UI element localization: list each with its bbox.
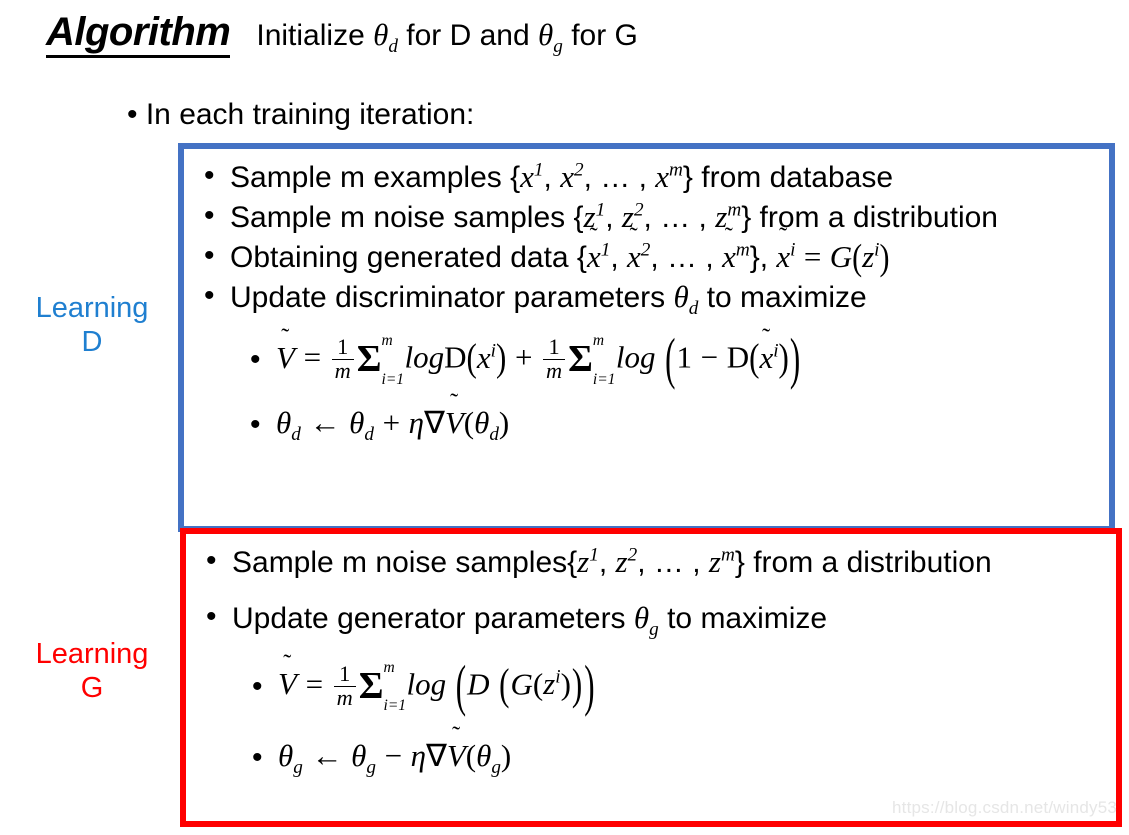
watermark-text: https://blog.csdn.net/windy53 (892, 798, 1118, 817)
bullet-icon: • (206, 544, 217, 577)
list-item: • Update generator parameters θg to maxi… (206, 598, 1102, 642)
list-item: • Sample m noise samples{z1, z2, … , zm}… (206, 542, 1102, 582)
bullet-icon: • (204, 198, 215, 232)
list-item: • Obtaining generated data {x ˜ 1, x ˜ 2, … … (204, 222, 1095, 279)
update-generator-text: Update generator parameters θg to maximi… (232, 599, 828, 640)
generator-box: • Sample m noise samples{z1, z2, … , zm}… (180, 528, 1122, 827)
bullet-icon: • (252, 740, 263, 774)
bullet-icon: • (204, 278, 215, 312)
list-item: • Update discriminator parameters θd to … (204, 277, 1095, 321)
label-learning-g-line2: G (80, 672, 104, 705)
theta-d-update-equation: θd ← θd + η∇V ˜ (θd) (276, 389, 510, 446)
bullet-icon: • (206, 599, 217, 633)
initialize-prefix: Initialize (256, 19, 374, 52)
bullet-icon: • (252, 669, 263, 703)
bullet-icon: • (250, 408, 261, 442)
initialize-middle: for D and (397, 19, 539, 52)
page-title: Algorithm (46, 12, 231, 58)
v-tilde-generator-equation: V ˜ = 1 m Σm i=1 log (D (G(zi))) (278, 650, 595, 717)
sample-noise-g-text: Sample m noise samples{z1, z2, … , zm} f… (232, 544, 992, 579)
label-learning-g: Learning G (12, 637, 172, 705)
generator-bullet-list: • Sample m noise samples{z1, z2, … , zm}… (206, 542, 1102, 783)
equation-row: • θd ← θd + η∇V ˜ (θd) (250, 389, 1095, 450)
label-learning-d: Learning D (12, 291, 172, 359)
sample-examples-text: Sample m examples {x1, x2, … , xm} from … (230, 159, 894, 194)
list-item: • Sample m noise samples {z1, z2, … , zm… (204, 197, 1095, 237)
equation-row: • V ˜ = 1 m Σm i=1 logD(xi) + 1 m Σm i=1 log (1 −… (250, 323, 1095, 391)
v-tilde-discriminator-equation: V ˜ = 1 m Σm i=1 logD(xi) + 1 m Σm i=1 log (1 − D… (276, 323, 801, 391)
equation-row: • θg ← θg − η∇V ˜ (θg) (252, 721, 1102, 783)
iteration-bullet: • In each training iteration: (127, 98, 475, 131)
bullet-icon: • (250, 342, 261, 376)
list-item: • Sample m examples {x1, x2, … , xm} fro… (204, 157, 1095, 197)
label-learning-d-line2: D (81, 326, 103, 359)
bullet-icon: • (204, 159, 215, 192)
theta-d-symbol: θd (373, 17, 398, 58)
initialize-suffix: for G (562, 19, 638, 52)
sample-noise-text: Sample m noise samples {z1, z2, … , zm} … (230, 198, 998, 234)
equation-row: • V ˜ = 1 m Σm i=1 log (D (G(zi))) (252, 650, 1102, 717)
discriminator-bullet-list: • Sample m examples {x1, x2, … , xm} fro… (204, 157, 1095, 450)
slide-title-row: Algorithm Initialize θd for D and θg for… (46, 12, 638, 58)
obtain-generated-text: Obtaining generated data {x ˜ 1, x ˜ 2, … , … (230, 222, 890, 279)
label-learning-g-line1: Learning (35, 638, 149, 670)
bullet-icon: • (204, 238, 215, 272)
discriminator-box: • Sample m examples {x1, x2, … , xm} fro… (178, 143, 1115, 532)
theta-g-update-equation: θg ← θg − η∇V ˜ (θg) (278, 721, 512, 779)
initialize-line: Initialize θd for D and θg for G (256, 19, 638, 56)
label-learning-d-line1: Learning (35, 292, 149, 324)
update-discriminator-text: Update discriminator parameters θd to ma… (230, 278, 867, 320)
theta-g-symbol: θg (538, 17, 563, 58)
